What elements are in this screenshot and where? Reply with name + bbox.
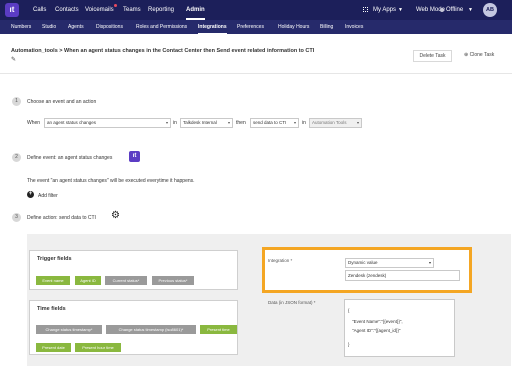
json-line: "Event Name":"{{event}}", [352,319,403,324]
talkdesk-logo[interactable]: ıt [5,3,19,17]
chip-current-status: Current status* [105,276,147,285]
chip-present-time[interactable]: Present time [200,325,237,334]
step-2-label: Define event: an agent status changes [27,155,113,161]
chevron-down-icon: ▼ [468,7,473,13]
step-2-number: 2 [12,153,21,162]
step-1-label: Choose an event and an action [27,99,97,105]
event-description: The event "an agent status changes" will… [27,178,195,184]
avatar[interactable]: AB [483,3,497,17]
chip-present-hour-time[interactable]: Present hour time [75,343,121,352]
subnav-preferences[interactable]: Preferences [237,20,264,34]
subnav-integrations[interactable]: Integrations [198,20,227,34]
topnav-contacts[interactable]: Contacts [55,0,79,20]
topnav-voicemails[interactable]: Voicemails [85,0,114,20]
delete-task-button[interactable]: Delete Task [413,50,452,62]
topnav-admin[interactable]: Admin [186,0,205,20]
chip-previous-status: Previous status* [152,276,194,285]
chip-event-name[interactable]: Event name [36,276,70,285]
subnav-studio[interactable]: Studio [42,20,56,34]
action-select-value: send data to CTI [253,120,287,125]
in-label: in [173,120,177,126]
chevron-down-icon: ▾ [356,120,359,125]
chevron-down-icon: ▾ [165,120,168,125]
topnav-calls[interactable]: Calls [33,0,46,20]
subnav-holiday-hours[interactable]: Holiday Hours [278,20,309,34]
grid-icon [363,7,368,12]
notification-dot-icon [114,4,117,7]
step-3-number: 3 [12,213,21,222]
step-3-label: Define action: send data to CTI [27,215,96,221]
subnav-roles-and-permissions[interactable]: Roles and Permissions [136,20,187,34]
chip-agent-id[interactable]: Agent ID [75,276,101,285]
json-line: } [348,342,350,347]
integration-select[interactable]: Dynamic value ▾ [345,258,434,268]
when-label: When [27,120,41,126]
source-select-value: Talkdesk Internal [183,120,217,125]
chevron-down-icon: ▾ [428,260,431,265]
plus-icon[interactable]: + [27,191,34,198]
talkdesk-icon: ıt [129,151,140,162]
json-line: "Agent ID":"{{agent_id}}" [352,328,401,333]
json-data-textarea[interactable]: { "Event Name":"{{event}}", "Agent ID":"… [344,299,455,357]
chevron-down-icon: ▼ [398,7,403,13]
chevron-down-icon: ▾ [227,120,230,125]
target-select-value: Automation Tools [312,120,347,125]
chip-change-status-timestamp-iso: Change status timestamp (iso8601)* [106,325,196,334]
event-select-value: an agent status changes [47,120,97,125]
header-divider [0,73,512,74]
integration-label: Integration * [268,258,293,263]
source-select[interactable]: Talkdesk Internal ▾ [180,118,233,128]
add-filter-link[interactable]: Add filter [38,193,58,199]
subnav-invoices[interactable]: Invoices [345,20,363,34]
then-label: then [236,120,246,126]
chip-present-date[interactable]: Present date [36,343,71,352]
trigger-fields-title: Trigger fields [37,256,72,262]
time-fields-title: Time fields [37,306,66,312]
json-line: { [348,308,350,313]
subnav-billing[interactable]: Billing [320,20,333,34]
chip-change-status-timestamp: Change status timestamp* [36,325,102,334]
page-title: Automation_tools > When an agent status … [11,48,315,54]
subnav-agents[interactable]: Agents [68,20,84,34]
chevron-down-icon: ▾ [293,120,296,125]
topnav-teams[interactable]: Teams [123,0,141,20]
event-select[interactable]: an agent status changes ▾ [44,118,171,128]
subnav-dispositions[interactable]: Dispositions [96,20,123,34]
my-apps-menu[interactable]: My Apps [373,0,396,20]
action-select[interactable]: send data to CTI ▾ [250,118,299,128]
pencil-icon[interactable]: ✎ [11,56,16,63]
gear-icon: ⚙ [111,210,120,221]
step-1-number: 1 [12,97,21,106]
status-menu[interactable]: Offline [446,0,463,20]
status-dot-icon [440,8,444,12]
clone-task-label: Clone Task [469,52,495,58]
subnav-numbers[interactable]: Numbers [11,20,31,34]
integration-select-value: Dynamic value [348,260,378,265]
clone-task-button[interactable]: ⊕ Clone Task [464,52,494,58]
in-label: in [302,120,306,126]
topnav-reporting[interactable]: Reporting [148,0,174,20]
json-data-label: Data (in JSON format) * [268,300,316,305]
integration-input[interactable]: Zendesk (zendesk) [345,270,460,281]
target-select: Automation Tools ▾ [309,118,362,128]
